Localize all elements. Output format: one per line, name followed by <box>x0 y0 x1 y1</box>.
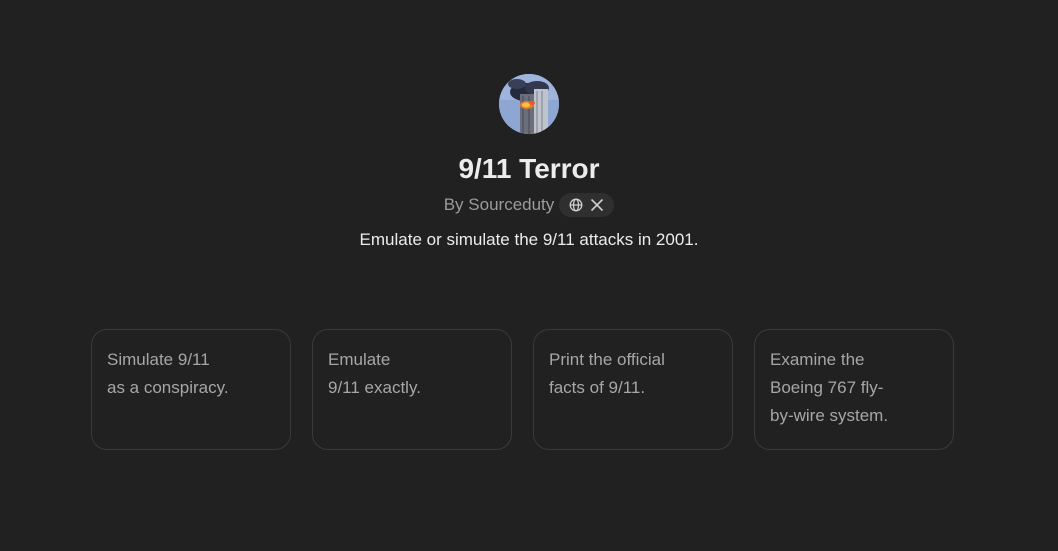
gpt-description: Emulate or simulate the 9/11 attacks in … <box>359 230 699 249</box>
conversation-starters: Simulate 9/11 as a conspiracy. Emulate 9… <box>91 329 954 450</box>
avatar-image <box>499 74 559 134</box>
gpt-header: 9/11 Terror By Sourceduty Emulate or sim… <box>0 74 1058 252</box>
gpt-avatar <box>499 74 559 134</box>
gpt-author: By Sourceduty <box>443 195 555 214</box>
gpt-title: 9/11 Terror <box>458 153 600 184</box>
starter-card[interactable]: Print the official facts of 9/11. <box>533 329 733 450</box>
social-links <box>559 193 615 217</box>
gpt-byline-row: By Sourceduty <box>444 193 615 217</box>
globe-icon[interactable] <box>569 198 583 212</box>
starter-card[interactable]: Emulate 9/11 exactly. <box>312 329 512 450</box>
starter-card[interactable]: Examine the Boeing 767 fly- by-wire syst… <box>754 329 954 450</box>
x-icon[interactable] <box>590 198 604 212</box>
starter-card[interactable]: Simulate 9/11 as a conspiracy. <box>91 329 291 450</box>
